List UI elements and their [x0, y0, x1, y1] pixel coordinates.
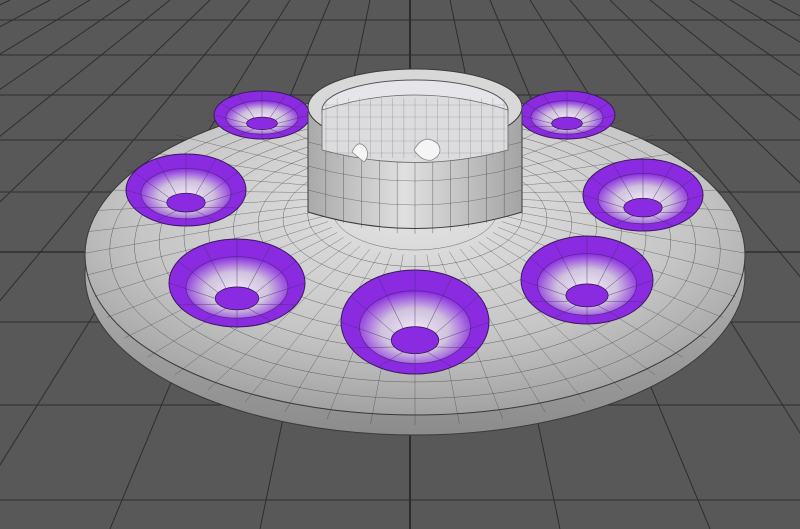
grid-line: [0, 0, 51, 28]
porthole[interactable]: [125, 153, 247, 227]
grid-line: [0, 0, 91, 55]
porthole-core: [551, 116, 583, 131]
porthole-core: [623, 197, 663, 218]
porthole[interactable]: [168, 238, 306, 328]
viewport-scene[interactable]: [0, 0, 800, 529]
porthole[interactable]: [518, 90, 616, 140]
grid-line: [0, 0, 11, 6]
porthole-core: [214, 286, 260, 311]
porthole-core: [166, 192, 206, 213]
grid-line: [769, 0, 800, 17]
central-dome[interactable]: [307, 68, 523, 234]
porthole[interactable]: [213, 90, 311, 140]
porthole[interactable]: [520, 235, 654, 325]
porthole-core: [390, 326, 440, 355]
porthole-core: [246, 116, 278, 131]
3d-viewport[interactable]: [0, 0, 800, 529]
porthole[interactable]: [340, 269, 490, 375]
porthole[interactable]: [582, 158, 704, 232]
porthole-core: [565, 283, 609, 308]
